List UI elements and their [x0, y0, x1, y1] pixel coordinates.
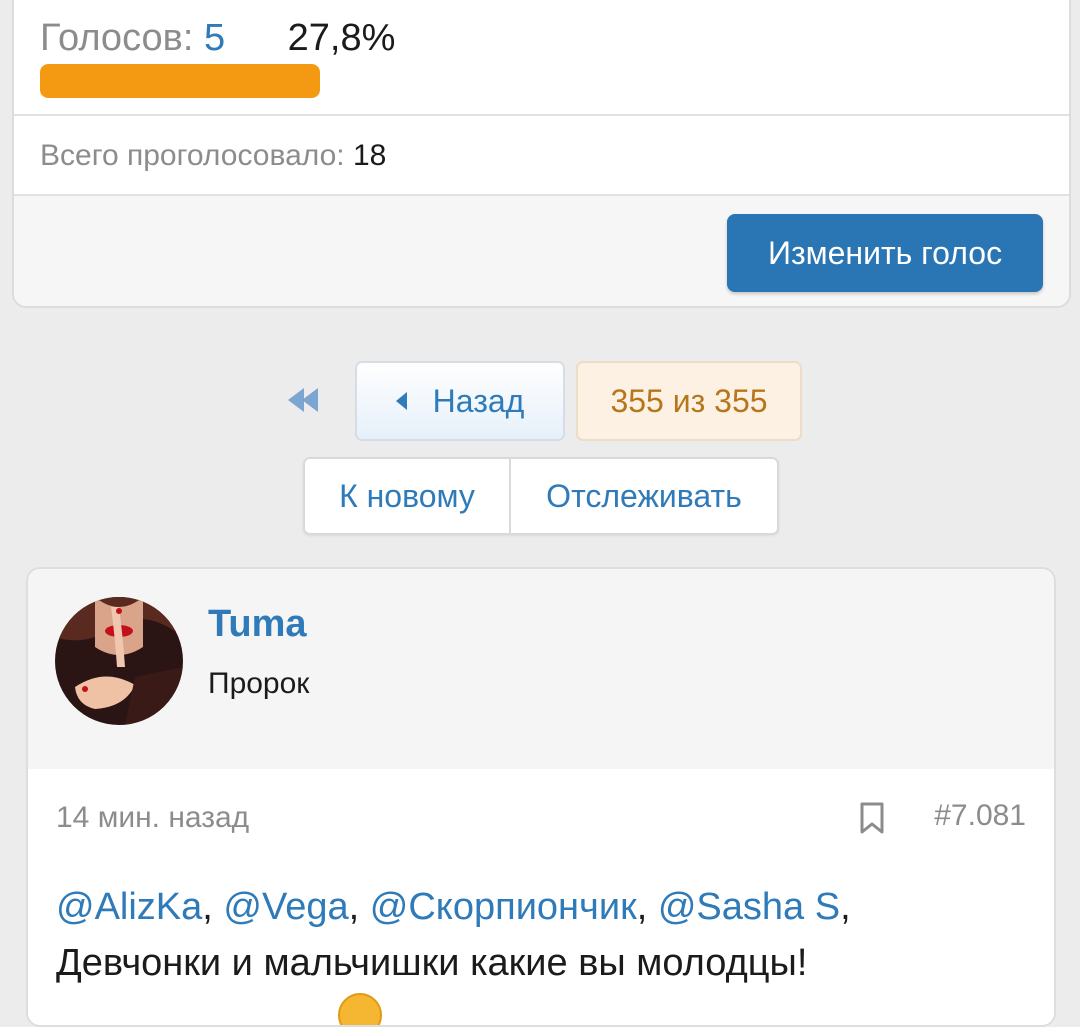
divider [14, 114, 1069, 116]
vote-percent: 27,8% [287, 17, 396, 59]
post-body: @AlizKa, @Vega, @Скорпиончик, @Sasha S, … [56, 879, 1034, 991]
post-number[interactable]: #7.081 [934, 799, 1026, 833]
bookmark-icon[interactable] [858, 801, 886, 835]
post-username[interactable]: Tuma [208, 603, 307, 646]
page-indicator[interactable]: 355 из 355 [576, 361, 802, 441]
user-title: Пророк [208, 667, 310, 700]
post-user-header: Tuma Пророк [28, 569, 1054, 769]
post-text: Девчонки и мальчишки какие вы молодцы! [56, 942, 808, 984]
mention-link[interactable]: @Vega [223, 886, 348, 928]
mention-link[interactable]: @Скорпиончик [370, 886, 637, 928]
poll-option-result: Голосов: 5 27,8% [40, 16, 395, 60]
post-timestamp[interactable]: 14 мин. назад [56, 801, 249, 835]
change-vote-button[interactable]: Изменить голос [727, 214, 1043, 292]
chevron-left-icon [395, 392, 407, 410]
watch-button[interactable]: Отслеживать [511, 459, 777, 533]
total-voters: Всего проголосовало: 18 [40, 136, 386, 176]
back-button[interactable]: Назад [355, 361, 565, 441]
votes-count[interactable]: 5 [204, 17, 225, 59]
total-label: Всего проголосовало: [40, 139, 345, 172]
votes-label: Голосов: [40, 17, 194, 59]
vote-progress-fill [40, 64, 320, 98]
mention-link[interactable]: @AlizKa [56, 886, 202, 928]
back-label: Назад [432, 382, 525, 419]
post: Tuma Пророк 14 мин. назад #7.081 @AlizKa… [26, 567, 1056, 1027]
mentions-line: @AlizKa, @Vega, @Скорпиончик, @Sasha S, [56, 886, 851, 928]
total-count: 18 [352, 139, 387, 172]
avatar[interactable] [55, 597, 183, 725]
mention-link[interactable]: @Sasha S [658, 886, 840, 928]
thread-actions: К новому Отслеживать [303, 457, 779, 535]
emoji-icon [338, 993, 382, 1025]
to-new-button[interactable]: К новому [305, 459, 511, 533]
vote-progress-bar [40, 64, 320, 98]
poll-footer: Изменить голос [14, 194, 1069, 306]
poll-results-card: Голосов: 5 27,8% Всего проголосовало: 18… [12, 0, 1071, 308]
double-chevron-left-icon[interactable] [282, 382, 330, 422]
